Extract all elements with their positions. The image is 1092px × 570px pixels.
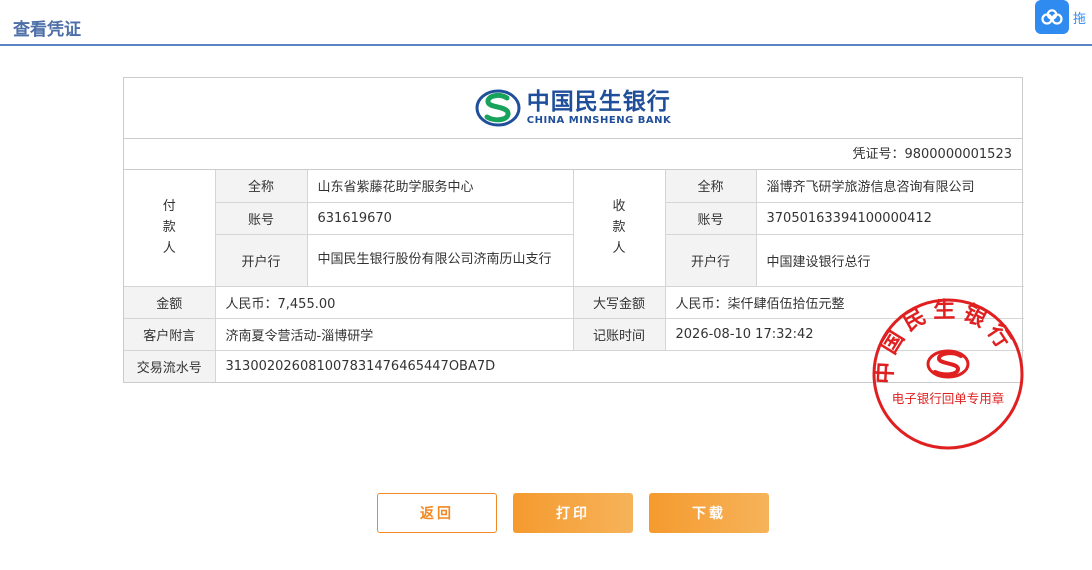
bank-name-en: CHINA MINSHENG BANK: [526, 114, 672, 126]
serial-label: 交易流水号: [124, 349, 216, 382]
minsheng-logo-icon: [475, 89, 521, 127]
voucher-table: 付 款 人 全称 山东省紫藤花助学服务中心 收 款 人 全称 淄博齐飞研学旅游信…: [124, 170, 1024, 382]
serial-value: 313002026081007831476465447OBA7D: [214, 349, 1024, 382]
cloud-icon[interactable]: [1035, 0, 1069, 34]
page-title: 查看凭证: [13, 20, 81, 40]
download-button[interactable]: 下载: [649, 493, 769, 533]
bank-name-cn: 中国民生银行: [526, 88, 671, 115]
memo-value: 济南夏令营活动-淄博研学: [214, 317, 574, 351]
payer-side-label: 付 款 人: [124, 170, 216, 287]
payee-bank: 中国建设银行总行: [755, 233, 1024, 287]
payee-bank-label: 开户行: [664, 233, 757, 287]
payer-name-label: 全称: [214, 170, 308, 203]
memo-label: 客户附言: [124, 317, 216, 351]
payee-name: 淄博齐飞研学旅游信息咨询有限公司: [755, 170, 1024, 203]
payee-account-label: 账号: [664, 201, 757, 235]
floating-widget[interactable]: 拖: [1035, 0, 1092, 34]
payer-account: 631619670: [306, 201, 574, 235]
payer-bank: 中国民生银行股份有限公司济南历山支行: [306, 233, 574, 287]
bank-logo: 中国民生银行 CHINA MINSHENG BANK: [124, 78, 1022, 139]
payer-bank-label: 开户行: [215, 233, 308, 287]
amount-upper-value: 人民币：柒仟肆佰伍拾伍元整: [664, 285, 1024, 319]
payee-account: 37050163394100000412: [755, 201, 1024, 235]
seal-bottom-text: 电子银行回单专用章: [892, 391, 1005, 406]
voucher-number: 9800000001523: [904, 147, 1012, 162]
posting-time-label: 记账时间: [572, 317, 666, 351]
voucher-number-label: 凭证号：: [852, 147, 905, 162]
payer-account-label: 账号: [215, 201, 308, 235]
page-header: 查看凭证: [0, 0, 1092, 46]
voucher-panel: 中国民生银行 CHINA MINSHENG BANK 凭证号：980000000…: [123, 77, 1024, 383]
payee-name-label: 全称: [664, 170, 757, 203]
floating-widget-label[interactable]: 拖: [1073, 8, 1086, 27]
payer-name: 山东省紫藤花助学服务中心: [306, 170, 574, 203]
posting-time-value: 2026-08-10 17:32:42: [664, 317, 1024, 351]
print-button[interactable]: 打印: [513, 493, 633, 533]
back-button[interactable]: 返回: [377, 493, 497, 533]
amount-label: 金额: [124, 285, 216, 319]
voucher-number-row: 凭证号：9800000001523: [124, 139, 1022, 170]
amount-upper-label: 大写金额: [572, 285, 666, 319]
amount-value: 人民币：7,455.00: [214, 285, 574, 319]
payee-side-label: 收 款 人: [572, 170, 666, 287]
